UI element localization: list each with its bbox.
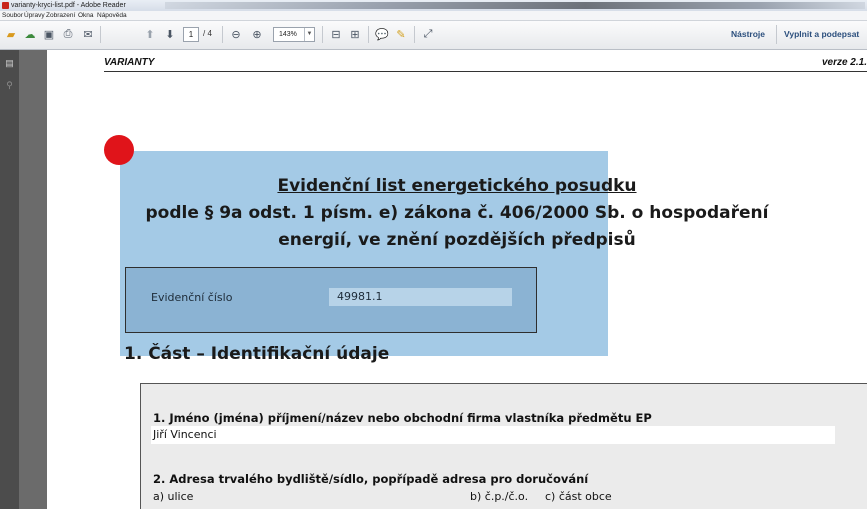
header-divider — [104, 71, 867, 72]
toolbar-separator — [414, 26, 415, 43]
toolbar-separator — [368, 26, 369, 43]
document-background — [19, 50, 47, 509]
toolbar-separator — [322, 26, 323, 43]
menu-zobrazeni[interactable]: Zobrazení — [46, 11, 75, 20]
house-number-label: b) č.p./č.o. — [470, 490, 529, 503]
titlebar-background — [165, 2, 865, 9]
toolbar-separator — [222, 26, 223, 43]
menu-upravy[interactable]: Úpravy — [24, 11, 45, 20]
menu-bar: Soubor Úpravy Zobrazení Okna Nápověda — [0, 11, 867, 21]
window-titlebar: varianty-kryci-list.pdf - Adobe Reader — [0, 0, 867, 11]
menu-soubor[interactable]: Soubor — [2, 11, 23, 20]
fullscreen-icon[interactable]: ⤢ — [420, 26, 436, 42]
evidence-number-box: Evidenční číslo 49981.1 — [125, 267, 537, 333]
document-title: Evidenční list energetického posudku — [277, 176, 637, 196]
fill-sign-button[interactable]: Vyplnit a podepsat — [784, 27, 859, 41]
print-icon[interactable]: ⎙ — [60, 26, 76, 42]
page-total: / 4 — [203, 29, 212, 38]
owner-name-label: 1. Jméno (jména) příjmení/název nebo obc… — [153, 411, 652, 425]
red-marker — [104, 135, 134, 165]
create-icon[interactable]: ▰ — [3, 26, 19, 42]
zoom-select[interactable]: 143% ▼ — [273, 27, 315, 42]
owner-name-field[interactable]: Jiří Vincenci — [151, 426, 835, 444]
document-subtitle-line2: energií, ve znění pozdějších předpisů — [278, 230, 636, 250]
next-page-icon[interactable]: ⬇ — [162, 26, 178, 42]
fit-page-icon[interactable]: ⊟ — [328, 26, 344, 42]
section-title: 1. Část – Identifikační údaje — [124, 344, 390, 364]
adobe-reader-icon — [2, 2, 9, 9]
toolbar-separator — [776, 25, 777, 44]
street-label: a) ulice — [153, 490, 194, 503]
identification-form: 1. Jméno (jména) příjmení/název nebo obc… — [140, 383, 867, 509]
pages-panel-icon[interactable]: ▤ — [4, 58, 15, 69]
save-icon[interactable]: ▣ — [41, 26, 57, 42]
header-variant: VARIANTY — [104, 57, 155, 68]
highlight-icon[interactable]: ✎ — [393, 26, 409, 42]
navigation-panel: ▤ ⚲ — [0, 50, 19, 509]
prev-page-icon[interactable]: ⬆ — [142, 26, 158, 42]
evidence-number-field[interactable]: 49981.1 — [329, 288, 512, 306]
tools-button[interactable]: Nástroje — [731, 27, 765, 41]
pdf-page: VARIANTY verze 2.1. Evidenční list energ… — [47, 50, 867, 509]
zoom-in-icon[interactable]: ⊕ — [249, 26, 265, 42]
chevron-down-icon[interactable]: ▼ — [304, 28, 314, 41]
window-title: varianty-kryci-list.pdf - Adobe Reader — [11, 2, 126, 9]
address-label: 2. Adresa trvalého bydliště/sídlo, popří… — [153, 472, 589, 486]
zoom-value: 143% — [279, 31, 297, 38]
fit-width-icon[interactable]: ⊞ — [347, 26, 363, 42]
header-version: verze 2.1. — [821, 57, 867, 68]
district-label: c) část obce — [545, 490, 612, 503]
document-subtitle-line1: podle § 9a odst. 1 písm. e) zákona č. 40… — [145, 203, 769, 223]
attachments-icon[interactable]: ⚲ — [4, 80, 15, 91]
toolbar-separator — [100, 26, 101, 43]
menu-okna[interactable]: Okna — [78, 11, 94, 20]
toolbar: ▰ ☁ ▣ ⎙ ✉ ⬆ ⬇ 1 / 4 ⊖ ⊕ 143% ▼ ⊟ ⊞ 💬 ✎ ⤢… — [0, 21, 867, 50]
email-icon[interactable]: ✉ — [80, 26, 96, 42]
evidence-number-label: Evidenční číslo — [151, 291, 233, 304]
cloud-icon[interactable]: ☁ — [22, 26, 38, 42]
comment-icon[interactable]: 💬 — [374, 26, 390, 42]
zoom-out-icon[interactable]: ⊖ — [228, 26, 244, 42]
menu-napoveda[interactable]: Nápověda — [97, 11, 127, 20]
page-number-input[interactable]: 1 — [183, 27, 199, 42]
